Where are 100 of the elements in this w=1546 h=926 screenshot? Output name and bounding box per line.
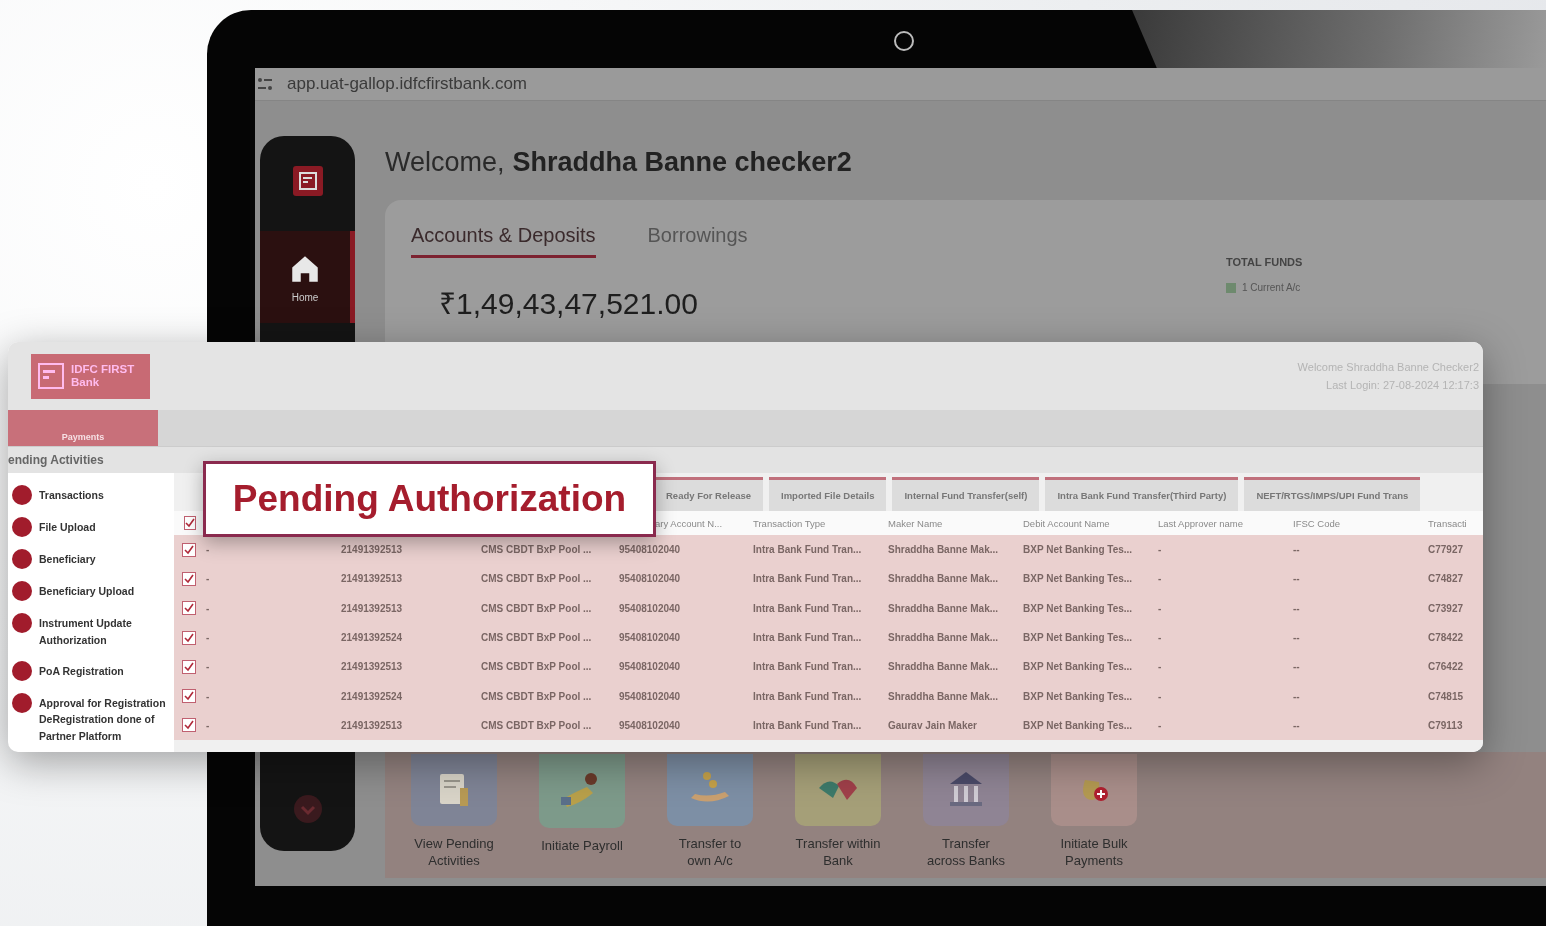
table-cell: Intra Bank Fund Tran... <box>751 593 886 623</box>
table-cell: Shraddha Banne Mak... <box>886 681 1021 711</box>
table-cell: BXP Net Banking Tes... <box>1021 535 1156 565</box>
table-tab[interactable]: Ready For Release <box>654 477 763 511</box>
table-cell: - <box>204 535 339 565</box>
table-cell: 21491392513 <box>339 535 479 565</box>
balance-amount: ₹1,49,43,47,521.00 <box>439 286 698 322</box>
table-cell: CMS CBDT BxP Pool ... <box>479 681 617 711</box>
menu-item[interactable]: Instrument Update Authorization <box>39 615 174 649</box>
row-checkbox[interactable] <box>182 601 196 616</box>
table-cell: BXP Net Banking Tes... <box>1021 622 1156 653</box>
table-cell: BXP Net Banking Tes... <box>1021 593 1156 623</box>
table-cell: -- <box>1291 622 1426 653</box>
quick-action-tile[interactable] <box>667 754 753 827</box>
table-cell: Shraddha Banne Mak... <box>886 593 1021 623</box>
quick-action-tile[interactable] <box>923 754 1009 827</box>
bank-logo: IDFC FIRST Bank <box>31 353 150 399</box>
table-cell: - <box>204 622 339 653</box>
table-cell: Gaurav Jain Maker <box>886 710 1021 741</box>
table-cell: C74815 <box>1426 681 1483 711</box>
quick-action-label[interactable]: Initiate Payroll <box>541 838 623 855</box>
table-cell: CMS CBDT BxP Pool ... <box>479 564 617 594</box>
table-cell: 21491392513 <box>339 564 479 594</box>
table-cell: 21491392524 <box>339 681 479 711</box>
table-cell: 95408102040 <box>617 681 751 711</box>
user-name: Shraddha Banne checker2 <box>512 147 852 178</box>
table-cell: - <box>204 710 339 741</box>
menu-item[interactable]: PoA Registration <box>39 662 174 680</box>
camera-icon <box>894 31 914 51</box>
table-cell: CMS CBDT BxP Pool ... <box>479 535 617 565</box>
menu-item-icon <box>12 549 32 569</box>
welcome-greeting: Welcome, <box>385 147 505 178</box>
menu-item-icon <box>12 613 32 633</box>
site-settings-icon <box>257 77 273 91</box>
table-cell: Intra Bank Fund Tran... <box>751 564 886 594</box>
total-funds-title: TOTAL FUNDS <box>1226 256 1303 268</box>
url-text[interactable]: app.uat-gallop.idfcfirstbank.com <box>287 74 528 94</box>
table-tab[interactable]: NEFT/RTGS/IMPS/UPI Fund Trans <box>1244 477 1421 511</box>
table-cell: Intra Bank Fund Tran... <box>751 652 886 682</box>
table-cell: 95408102040 <box>617 652 751 682</box>
table-cell: CMS CBDT BxP Pool ... <box>479 593 617 623</box>
dashboard-tab[interactable]: Borrowings <box>647 224 748 258</box>
row-checkbox[interactable] <box>182 659 196 674</box>
quick-action-tile[interactable] <box>1051 754 1137 827</box>
row-checkbox[interactable] <box>182 571 196 586</box>
row-checkbox[interactable] <box>184 516 196 530</box>
row-checkbox[interactable] <box>182 630 196 645</box>
table-cell: -- <box>1291 710 1426 741</box>
home-nav-item[interactable]: Home <box>260 231 355 323</box>
table-cell: -- <box>1291 652 1426 682</box>
quick-action-label[interactable]: View Pending Activities <box>411 836 497 870</box>
quick-action-label[interactable]: Transfer within Bank <box>795 836 881 870</box>
table-cell: C74827 <box>1426 564 1483 594</box>
table-cell: BXP Net Banking Tes... <box>1021 652 1156 682</box>
column-header[interactable]: IFSC Code <box>1293 517 1340 529</box>
table-cell: - <box>204 681 339 711</box>
table-cell: Intra Bank Fund Tran... <box>751 681 886 711</box>
table-cell: Shraddha Banne Mak... <box>886 564 1021 594</box>
table-cell: - <box>1156 622 1291 653</box>
menu-item[interactable]: Transactions <box>39 487 174 504</box>
row-checkbox[interactable] <box>182 689 196 704</box>
table-cell: CMS CBDT BxP Pool ... <box>479 710 617 741</box>
quick-action-label[interactable]: Initiate Bulk Payments <box>1051 836 1137 870</box>
menu-item[interactable]: Beneficiary Upload <box>39 583 174 600</box>
table-cell: Intra Bank Fund Tran... <box>751 535 886 565</box>
quick-action-tile[interactable] <box>411 754 497 827</box>
legend-label: 1 Current A/c <box>1242 282 1301 293</box>
menu-item[interactable]: Beneficiary <box>39 551 174 568</box>
table-cell: BXP Net Banking Tes... <box>1021 564 1156 594</box>
quick-action-label[interactable]: Transfer to own A/c <box>667 836 753 870</box>
table-cell: BXP Net Banking Tes... <box>1021 681 1156 711</box>
bank-logo-icon <box>292 166 323 196</box>
checkmark-icon <box>184 544 194 555</box>
table-tab[interactable]: Internal Fund Transfer(self) <box>892 477 1040 511</box>
table-cell: - <box>1156 681 1291 711</box>
table-cell: - <box>1156 710 1291 741</box>
row-checkbox[interactable] <box>182 718 196 733</box>
table-tab[interactable]: Intra Bank Fund Transfer(Third Party) <box>1045 477 1239 511</box>
checkmark-icon <box>184 720 194 731</box>
menu-item[interactable]: Approval for Registration DeRegistration done of Partner Platform <box>39 694 174 745</box>
table-cell: Shraddha Banne Mak... <box>886 535 1021 565</box>
bank-logo-icon <box>37 362 65 390</box>
quick-action-label[interactable]: Transfer across Banks <box>923 836 1009 870</box>
payments-tab[interactable]: Payments <box>8 410 158 446</box>
quick-action-tile[interactable] <box>795 754 881 827</box>
dashboard-tab[interactable]: Accounts & Deposits <box>411 224 596 258</box>
table-cell: - <box>204 652 339 682</box>
table-cell: - <box>1156 652 1291 682</box>
menu-item[interactable]: File Upload <box>39 519 174 536</box>
table-cell: C73927 <box>1426 593 1483 623</box>
table-cell: C78422 <box>1426 622 1483 653</box>
quick-action-tile[interactable] <box>539 754 625 828</box>
checkmark-icon <box>184 603 194 614</box>
menu-item-icon <box>12 660 32 681</box>
checkmark-icon <box>184 632 194 643</box>
table-cell: 21491392513 <box>339 710 479 741</box>
table-cell: 95408102040 <box>617 564 751 594</box>
table-tab[interactable]: Imported File Details <box>769 477 887 511</box>
table-cell: 95408102040 <box>617 593 751 623</box>
row-checkbox[interactable] <box>182 542 196 557</box>
